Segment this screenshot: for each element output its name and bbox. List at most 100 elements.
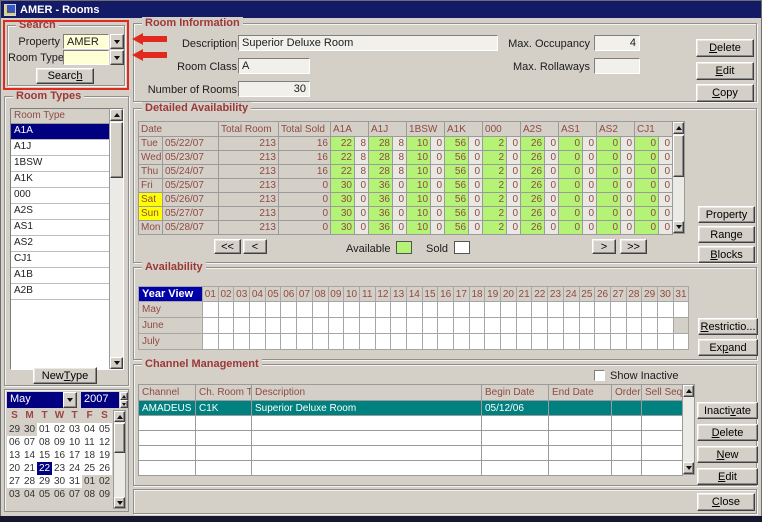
availability-day-cell[interactable]: [595, 334, 611, 350]
scrollbar-thumb[interactable]: [110, 122, 123, 178]
calendar-day[interactable]: 21: [22, 462, 37, 475]
empty-cell[interactable]: [252, 446, 482, 461]
sold-count-cell[interactable]: 0: [431, 179, 445, 193]
sold-count-cell[interactable]: 0: [621, 179, 635, 193]
sold-count-cell[interactable]: 0: [469, 137, 483, 151]
availability-day-cell[interactable]: [501, 334, 517, 350]
sold-count-cell[interactable]: 0: [431, 221, 445, 235]
calendar-day[interactable]: 04: [82, 423, 97, 436]
available-count-cell[interactable]: 36: [369, 179, 393, 193]
room-type-list-item[interactable]: AS2: [11, 236, 109, 252]
calendar-day[interactable]: 19: [97, 449, 112, 462]
available-count-cell[interactable]: 30: [331, 207, 355, 221]
availability-day-cell[interactable]: [406, 302, 422, 318]
available-count-cell[interactable]: 0: [559, 207, 583, 221]
empty-cell[interactable]: [196, 416, 252, 431]
availability-day-cell[interactable]: [532, 302, 548, 318]
availability-day-cell[interactable]: [359, 334, 375, 350]
empty-cell[interactable]: [139, 446, 196, 461]
empty-cell[interactable]: [139, 416, 196, 431]
calendar-scrollbar[interactable]: [113, 410, 126, 509]
sold-count-cell[interactable]: 0: [355, 207, 369, 221]
detailed-availability-row[interactable]: Mon05/28/07213030036010056020260000000: [139, 221, 673, 235]
availability-day-cell[interactable]: [281, 302, 297, 318]
available-count-cell[interactable]: 10: [407, 193, 431, 207]
calendar-day[interactable]: 24: [67, 462, 82, 475]
sold-count-cell[interactable]: 0: [659, 137, 673, 151]
available-count-cell[interactable]: 0: [559, 221, 583, 235]
previous-page-button[interactable]: <: [243, 239, 267, 254]
total-sold-cell[interactable]: 16: [279, 151, 331, 165]
calendar-day[interactable]: 23: [52, 462, 67, 475]
scroll-down-button[interactable]: [110, 357, 123, 369]
availability-day-cell[interactable]: [375, 302, 391, 318]
scrollbar-thumb[interactable]: [673, 135, 684, 177]
sold-count-cell[interactable]: 0: [621, 193, 635, 207]
sold-count-cell[interactable]: 0: [355, 179, 369, 193]
channel-empty-row[interactable]: [139, 416, 683, 431]
available-count-cell[interactable]: 26: [521, 151, 545, 165]
room-type-list-item[interactable]: A1K: [11, 172, 109, 188]
availability-day-cell[interactable]: [344, 318, 360, 334]
calendar-month-dropdown-button[interactable]: [63, 392, 77, 408]
availability-day-cell[interactable]: [642, 318, 658, 334]
available-count-cell[interactable]: 0: [635, 151, 659, 165]
sold-count-cell[interactable]: 0: [355, 221, 369, 235]
available-count-cell[interactable]: 36: [369, 207, 393, 221]
calendar-day[interactable]: 05: [97, 423, 112, 436]
calendar-day[interactable]: 20: [7, 462, 22, 475]
availability-day-cell[interactable]: [203, 318, 219, 334]
empty-cell[interactable]: [196, 446, 252, 461]
date-cell[interactable]: 05/26/07: [163, 193, 219, 207]
sold-count-cell[interactable]: 0: [393, 193, 407, 207]
availability-day-cell[interactable]: [359, 318, 375, 334]
close-button[interactable]: Close: [697, 493, 755, 511]
available-count-cell[interactable]: 0: [559, 165, 583, 179]
availability-day-cell[interactable]: [516, 302, 532, 318]
channel-delete-button[interactable]: Delete: [697, 424, 758, 441]
availability-day-cell[interactable]: [391, 318, 407, 334]
empty-cell[interactable]: [252, 416, 482, 431]
availability-day-cell[interactable]: [312, 334, 328, 350]
availability-day-cell[interactable]: [516, 318, 532, 334]
available-count-cell[interactable]: 0: [597, 207, 621, 221]
sold-count-cell[interactable]: 0: [659, 207, 673, 221]
availability-day-cell[interactable]: [548, 302, 564, 318]
availability-day-cell[interactable]: [626, 318, 642, 334]
calendar-day[interactable]: 04: [22, 488, 37, 501]
day-of-week-cell[interactable]: Fri: [139, 179, 163, 193]
calendar-day[interactable]: 09: [52, 436, 67, 449]
available-count-cell[interactable]: 10: [407, 165, 431, 179]
channel-cell[interactable]: AMADEUS: [139, 401, 196, 416]
calendar-year-field[interactable]: 2007: [81, 392, 119, 408]
calendar-day[interactable]: 15: [37, 449, 52, 462]
sold-count-cell[interactable]: 8: [355, 151, 369, 165]
available-count-cell[interactable]: 0: [597, 151, 621, 165]
available-count-cell[interactable]: 56: [445, 207, 469, 221]
availability-day-cell[interactable]: [265, 302, 281, 318]
availability-day-cell[interactable]: [673, 318, 689, 334]
empty-cell[interactable]: [642, 416, 683, 431]
begin-date-cell[interactable]: 05/12/06: [482, 401, 549, 416]
available-count-cell[interactable]: 36: [369, 193, 393, 207]
blocks-button[interactable]: Blocks: [698, 246, 755, 263]
sold-count-cell[interactable]: 0: [583, 151, 597, 165]
available-count-cell[interactable]: 0: [635, 165, 659, 179]
availability-day-cell[interactable]: [328, 334, 344, 350]
available-count-cell[interactable]: 30: [331, 221, 355, 235]
total-sold-cell[interactable]: 0: [279, 179, 331, 193]
sold-count-cell[interactable]: 8: [393, 137, 407, 151]
sold-count-cell[interactable]: 0: [583, 165, 597, 179]
sold-count-cell[interactable]: 0: [545, 137, 559, 151]
availability-day-cell[interactable]: [406, 334, 422, 350]
total-room-cell[interactable]: 213: [219, 207, 279, 221]
empty-cell[interactable]: [549, 446, 612, 461]
sold-count-cell[interactable]: 0: [659, 193, 673, 207]
empty-cell[interactable]: [482, 446, 549, 461]
calendar-day[interactable]: 11: [82, 436, 97, 449]
empty-cell[interactable]: [482, 416, 549, 431]
day-of-week-cell[interactable]: Wed: [139, 151, 163, 165]
sold-count-cell[interactable]: 0: [469, 151, 483, 165]
sold-count-cell[interactable]: 0: [469, 165, 483, 179]
available-count-cell[interactable]: 26: [521, 193, 545, 207]
